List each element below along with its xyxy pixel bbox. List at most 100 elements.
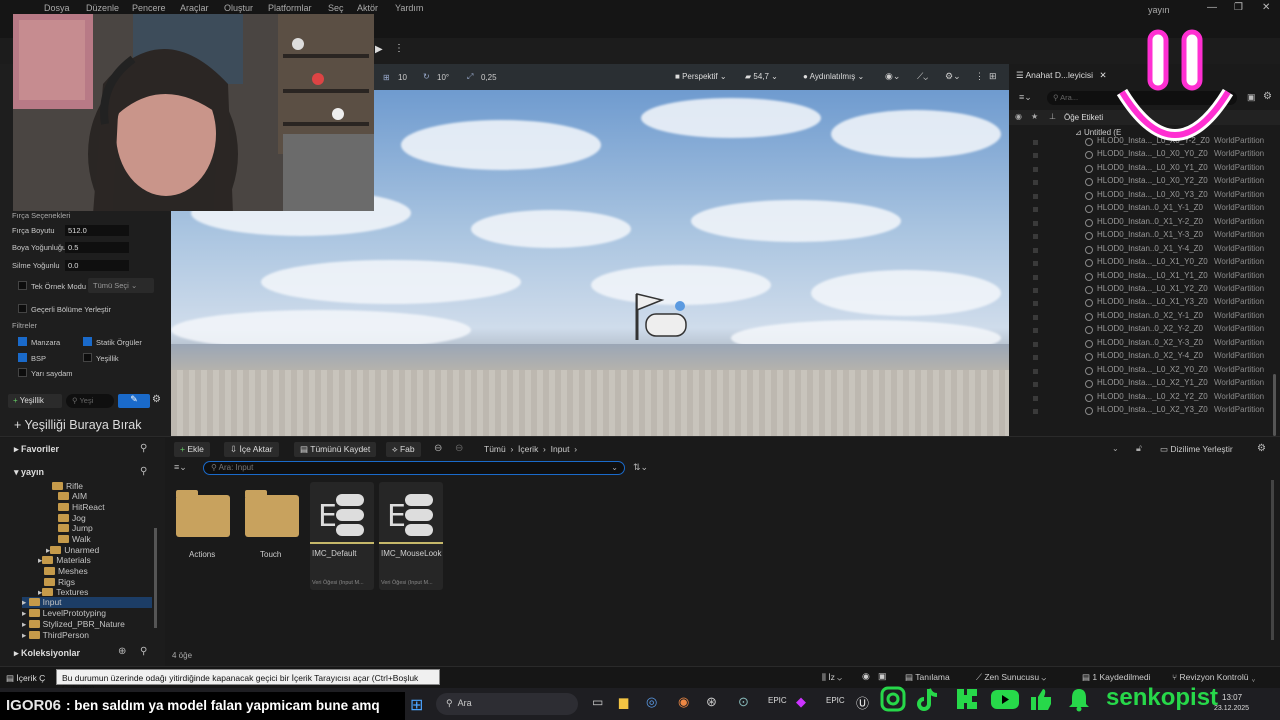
paint-brush-icon[interactable]: ✎: [118, 394, 150, 408]
menu-item[interactable]: Yardım: [395, 3, 423, 13]
paint-density-field[interactable]: 0.5: [65, 242, 129, 253]
outliner-row[interactable]: HLOD0_Insta..._L0_X1_Y2_Z0 WorldPartition: [1009, 284, 1280, 297]
visibility-icon[interactable]: [1033, 207, 1038, 213]
show-icon[interactable]: ◉⌄: [885, 71, 900, 82]
visibility-icon[interactable]: [1033, 368, 1038, 374]
trace-button[interactable]: ⫼ İz ⌄: [822, 672, 842, 683]
zen-button[interactable]: ⟋ Zen Sunucusu ⌄: [976, 672, 1046, 683]
visibility-icon[interactable]: [1033, 314, 1038, 320]
chevron-down-icon[interactable]: ⌄: [1112, 444, 1119, 453]
edge-icon[interactable]: ◎: [646, 694, 657, 710]
save-all-button[interactable]: ▤ Tümünü Kaydet: [294, 442, 377, 457]
unsaved-button[interactable]: ▤ 1 Kaydedilmedi: [1082, 672, 1151, 683]
tree-item[interactable]: HitReact: [58, 502, 105, 512]
fab-button[interactable]: ⟡ Fab: [386, 442, 421, 457]
visibility-icon[interactable]: [1033, 153, 1038, 159]
folder-add-icon[interactable]: ▣: [1247, 92, 1256, 103]
content-scrollbar[interactable]: [1271, 480, 1274, 640]
maximize-icon[interactable]: ❐: [1234, 2, 1243, 13]
rotation-snap-value[interactable]: 10°: [437, 73, 449, 82]
pin-icon[interactable]: ⊥: [1049, 112, 1056, 121]
search-icon[interactable]: ⚲: [140, 646, 147, 657]
settings-icon[interactable]: ⚙: [152, 394, 161, 405]
settings-icon[interactable]: ⚙: [1257, 443, 1266, 454]
visibility-icon[interactable]: [1033, 261, 1038, 267]
filter-translucent[interactable]: Yarı saydam: [18, 368, 73, 378]
chrome-icon[interactable]: ◉: [678, 694, 689, 710]
import-button[interactable]: ⇩ İçe Aktar: [224, 442, 279, 457]
visibility-icon[interactable]: [1033, 409, 1038, 414]
outliner-row[interactable]: HLOD0_Insta..._L0_X0_Y3_Z0 WorldPartition: [1009, 190, 1280, 203]
tree-item-selected[interactable]: ▸ Input: [22, 597, 152, 608]
perspective-dropdown[interactable]: ■ Perspektif ⌄: [675, 72, 727, 81]
asset-tile-imc-default[interactable]: E IMC_Default Veri Öğesi (Input M...: [310, 482, 374, 590]
outliner-row[interactable]: HLOD0_Instan..0_X1_Y-1_Z0 WorldPartition: [1009, 203, 1280, 216]
drop-foliage-area[interactable]: + Yeşilliği Buraya Bırak: [14, 418, 142, 432]
visibility-icon[interactable]: [1033, 166, 1038, 172]
tree-item[interactable]: ▸ LevelPrototyping: [22, 608, 106, 619]
visibility-icon[interactable]: [1033, 287, 1038, 293]
outliner-row[interactable]: HLOD0_Instan..0_X2_Y-2_Z0 WorldPartition: [1009, 324, 1280, 337]
visibility-icon[interactable]: [1033, 140, 1038, 145]
github-icon[interactable]: ⊛: [706, 694, 717, 710]
foliage-search-input[interactable]: ⚲ Yeşi: [66, 394, 114, 408]
outliner-row[interactable]: HLOD0_Insta..._L0_X1_Y0_Z0 WorldPartition: [1009, 257, 1280, 270]
sort-icon[interactable]: ⇅⌄: [633, 462, 648, 473]
outliner-row[interactable]: HLOD0_Insta..._L0_X1_Y1_Z0 WorldPartition: [1009, 271, 1280, 284]
unreal-icon[interactable]: Ⓤ: [856, 693, 869, 712]
item-label-column[interactable]: Öğe Etiketi: [1064, 113, 1103, 122]
visibility-icon[interactable]: [1033, 328, 1038, 334]
menu-item[interactable]: Düzenle: [86, 3, 119, 13]
scale-snap-value[interactable]: 0,25: [481, 73, 497, 82]
tree-item[interactable]: ▸ Materials: [38, 555, 91, 566]
app-icon[interactable]: ◆: [796, 694, 806, 710]
menu-item[interactable]: Dosya: [44, 3, 70, 13]
outliner-row[interactable]: HLOD0_Instan..0_X1_Y-3_Z0 WorldPartition: [1009, 230, 1280, 243]
outliner-scrollbar[interactable]: [1273, 374, 1276, 436]
grid-snap-icon[interactable]: ⊞: [383, 73, 390, 82]
breadcrumb-item[interactable]: İçerik: [518, 444, 538, 454]
visibility-icon[interactable]: [1033, 274, 1038, 280]
derived-button[interactable]: ▤ Tanılama: [905, 672, 950, 683]
file-explorer-icon[interactable]: ▆: [619, 695, 628, 709]
epic-icon[interactable]: EPIC: [826, 696, 845, 705]
filter-icon[interactable]: ≡⌄: [1019, 92, 1032, 103]
search-icon[interactable]: ⚲: [140, 443, 147, 454]
outliner-row[interactable]: HLOD0_Instan..0_X2_Y-1_Z0 WorldPartition: [1009, 311, 1280, 324]
place-valid-toggle[interactable]: Geçerli Bölüme Yerleştir: [18, 304, 111, 314]
tree-scrollbar[interactable]: [154, 528, 157, 628]
outliner-tab[interactable]: ☰ Anahat D...leyicisi ✕: [1016, 70, 1107, 81]
more-icon[interactable]: ⋮: [394, 43, 404, 54]
content-drawer-button[interactable]: ▤ İçerik Ç: [6, 673, 45, 684]
forward-icon[interactable]: ⊖: [455, 443, 463, 454]
breadcrumb-item[interactable]: Tümü: [484, 444, 506, 454]
menu-item[interactable]: Seç: [328, 3, 344, 13]
visibility-icon[interactable]: [1033, 180, 1038, 186]
add-button[interactable]: + Ekle: [174, 442, 210, 457]
task-view-icon[interactable]: ▭: [592, 695, 603, 709]
grid-snap-value[interactable]: 10: [398, 73, 407, 82]
outliner-row[interactable]: HLOD0_Insta..._L0_X0_Y2_Z0 WorldPartition: [1009, 176, 1280, 189]
tree-item[interactable]: AIM: [58, 491, 87, 501]
search-icon[interactable]: ⚲: [140, 466, 147, 477]
breadcrumb-item[interactable]: Input: [551, 444, 570, 454]
revision-control-button[interactable]: ⑂ Revizyon Kontrolü ⌄: [1172, 672, 1256, 682]
brush-size-field[interactable]: 512.0: [65, 225, 129, 236]
menu-item[interactable]: Aktör: [357, 3, 378, 13]
tree-item[interactable]: Rigs: [44, 577, 75, 587]
epic-icon[interactable]: EPIC: [768, 696, 787, 705]
filter-bsp[interactable]: BSP: [18, 353, 46, 363]
outliner-row[interactable]: HLOD0_Insta..._L0_X1_Y3_Z0 WorldPartition: [1009, 297, 1280, 310]
outliner-row[interactable]: HLOD0_Insta..._L0_X2_Y0_Z0 WorldPartition: [1009, 365, 1280, 378]
layout-icon[interactable]: ⊞: [989, 71, 997, 82]
gear-icon[interactable]: ⚙: [1263, 91, 1272, 102]
star-icon[interactable]: ★: [1031, 112, 1038, 121]
tree-item[interactable]: ▸ Stylized_PBR_Nature: [22, 619, 125, 630]
visibility-icon[interactable]: [1033, 355, 1038, 361]
tree-item[interactable]: Rifle: [52, 481, 83, 491]
windows-start-icon[interactable]: ⊞: [410, 695, 423, 715]
rotation-snap-icon[interactable]: ↻: [423, 72, 430, 81]
outliner-row[interactable]: HLOD0_Insta..._L0_X0_Y1_Z0 WorldPartition: [1009, 163, 1280, 176]
lock-icon[interactable]: 🔓︎: [1136, 443, 1142, 454]
realtime-icon[interactable]: ⟋⌄: [917, 71, 928, 82]
